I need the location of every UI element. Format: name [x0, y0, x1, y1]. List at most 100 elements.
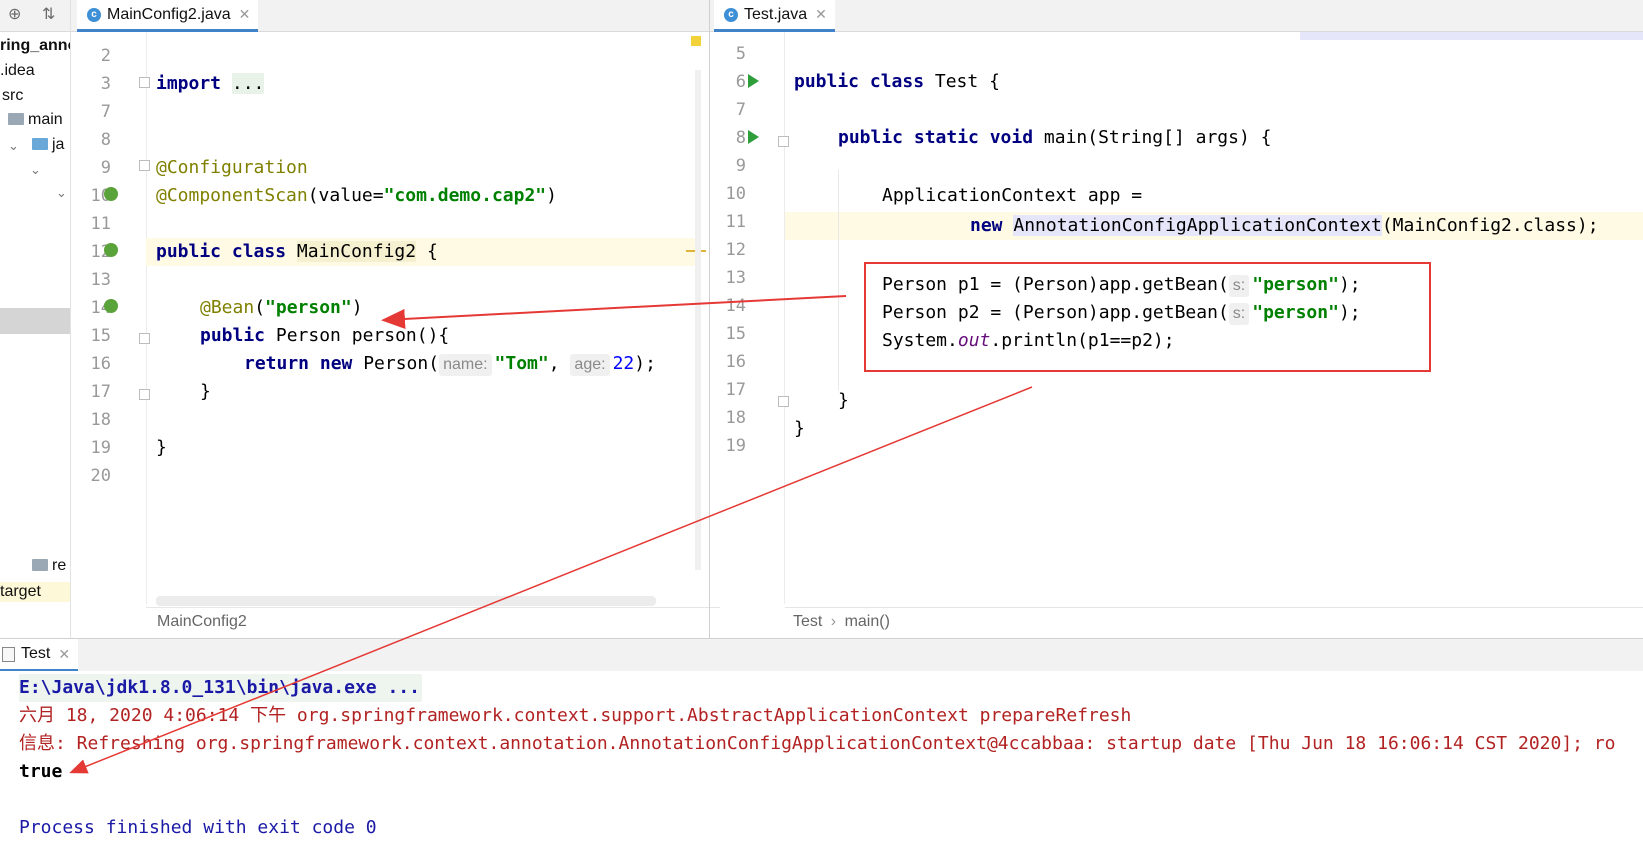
- fold-marker-icon[interactable]: [139, 77, 150, 88]
- import-fold[interactable]: ...: [231, 73, 265, 94]
- code-line-close-method[interactable]: }: [838, 387, 849, 415]
- settings-target-icon[interactable]: ⊕: [8, 6, 21, 24]
- sidebar-item-src[interactable]: src: [2, 86, 23, 106]
- left-horizontal-scrollbar[interactable]: [156, 596, 656, 606]
- code-line-close-class[interactable]: }: [156, 434, 167, 462]
- sidebar-item-label: target: [0, 583, 41, 600]
- class-name: AnnotationConfigApplicationContext: [1013, 215, 1382, 236]
- sidebar-item-idea[interactable]: .idea: [0, 61, 35, 81]
- close-icon[interactable]: ✕: [239, 6, 251, 23]
- tab-test[interactable]: c Test.java ✕: [714, 0, 835, 32]
- code-line-import[interactable]: import ...: [156, 70, 265, 98]
- code-line-componentscan[interactable]: @ComponentScan(value="com.demo.cap2"): [156, 182, 557, 210]
- breadcrumb-item[interactable]: MainConfig2: [157, 613, 247, 630]
- folder-icon: [32, 138, 48, 150]
- keyword: public class: [156, 241, 287, 262]
- code-text: {: [416, 241, 438, 262]
- sidebar-toolbar: ⊕ ⇅: [0, 0, 70, 32]
- fold-marker-icon[interactable]: [778, 136, 789, 147]
- line-number: 19: [725, 436, 746, 456]
- code-text: );: [634, 353, 656, 374]
- sidebar-item-target[interactable]: target: [0, 582, 70, 602]
- fold-marker-icon[interactable]: [139, 333, 150, 344]
- folder-icon: [32, 559, 48, 571]
- fold-marker-icon[interactable]: [139, 160, 150, 171]
- spring-bean-icon[interactable]: [104, 243, 118, 257]
- spring-bean-icon[interactable]: [104, 299, 118, 313]
- left-gutter: 2 3 7 8 9 10 11 12 13 14 15 16 17 18 19 …: [71, 32, 147, 604]
- string-literal: "person": [265, 297, 352, 318]
- run-triangle-icon[interactable]: [748, 130, 759, 144]
- breadcrumb-item[interactable]: Test: [793, 613, 822, 630]
- line-number: 14: [725, 296, 746, 316]
- collapse-icon[interactable]: ⇅: [42, 6, 55, 24]
- line-number: 20: [90, 466, 111, 486]
- code-line-method-sig[interactable]: public Person person(){: [200, 322, 449, 350]
- breadcrumb-separator: ›: [830, 613, 837, 630]
- code-line-app-decl[interactable]: ApplicationContext app =: [882, 182, 1142, 210]
- code-text: Person person(){: [265, 325, 450, 346]
- run-triangle-icon[interactable]: [748, 74, 759, 88]
- sidebar-item-label: re: [52, 557, 67, 574]
- code-line-app-new[interactable]: new AnnotationConfigApplicationContext(M…: [970, 212, 1599, 240]
- spring-bean-icon[interactable]: [104, 187, 118, 201]
- close-icon[interactable]: ✕: [58, 646, 70, 663]
- keyword: new: [970, 215, 1003, 236]
- sidebar-item-main[interactable]: main: [8, 110, 63, 130]
- code-line-class-decl[interactable]: public class Test {: [794, 68, 1000, 96]
- console-output[interactable]: E:\Java\jdk1.8.0_131\bin\java.exe ... 六月…: [0, 671, 1643, 855]
- annotation: @ComponentScan: [156, 185, 308, 206]
- code-line-main-sig[interactable]: public static void main(String[] args) {: [838, 124, 1272, 152]
- line-number: 5: [735, 44, 746, 64]
- selected-row[interactable]: [0, 308, 70, 334]
- code-line-bean[interactable]: @Bean("person"): [200, 294, 363, 322]
- sidebar-item-project[interactable]: ring_anno: [0, 36, 70, 56]
- right-breadcrumb[interactable]: Test › main(): [785, 607, 1643, 638]
- folder-icon: [8, 113, 24, 125]
- code-line-return[interactable]: return new Person(name: "Tom", age: 22);: [244, 350, 656, 378]
- tab-mainconfig2[interactable]: c MainConfig2.java ✕: [77, 0, 259, 32]
- chevron-down-icon[interactable]: ⌄: [56, 186, 67, 200]
- line-number: 10: [725, 184, 746, 204]
- callout-box: [864, 262, 1431, 372]
- highlight-strip: [1300, 32, 1643, 40]
- class-name: MainConfig2: [296, 241, 417, 262]
- fold-marker-icon[interactable]: [139, 389, 150, 400]
- line-number: 2: [100, 46, 111, 66]
- left-breadcrumb[interactable]: MainConfig2: [146, 607, 720, 638]
- line-number: 18: [725, 408, 746, 428]
- chevron-down-icon[interactable]: ⌄: [30, 163, 41, 177]
- sidebar-item-java[interactable]: ja: [32, 135, 64, 155]
- line-number: 17: [90, 382, 111, 402]
- code-line-class-decl[interactable]: public class MainConfig2 {: [156, 238, 438, 266]
- line-number: 3: [100, 74, 111, 94]
- breadcrumb-item[interactable]: main(): [845, 613, 890, 630]
- console-line-finished: Process finished with exit code 0: [19, 817, 377, 838]
- console-tabbar: Test ✕: [0, 638, 1643, 672]
- tab-label: Test: [21, 645, 51, 662]
- param-hint: name:: [439, 354, 492, 376]
- line-number: 12: [725, 240, 746, 260]
- keyword: import: [156, 73, 222, 94]
- code-line-close-method[interactable]: }: [200, 378, 211, 406]
- sidebar-item-resources[interactable]: re: [32, 556, 66, 576]
- left-vertical-scrollbar[interactable]: [695, 70, 701, 570]
- number-literal: 22: [612, 353, 635, 374]
- project-sidebar: ⊕ ⇅ ring_anno .idea src main ⌄ ja ⌄ ⌄ re…: [0, 0, 71, 638]
- code-line-close-class[interactable]: }: [794, 415, 805, 443]
- left-editor-tabbar: c MainConfig2.java ✕: [71, 0, 709, 32]
- fold-marker-icon[interactable]: [778, 396, 789, 407]
- warning-marker[interactable]: [691, 36, 701, 46]
- line-number: 9: [100, 158, 111, 178]
- code-text: ): [351, 297, 363, 318]
- line-number: 11: [725, 212, 746, 232]
- line-number: 15: [90, 326, 111, 346]
- close-icon[interactable]: ✕: [815, 6, 827, 23]
- code-line-configuration[interactable]: @Configuration: [156, 154, 308, 182]
- keyword: return new: [244, 353, 353, 374]
- code-text: ,: [548, 353, 560, 374]
- line-number: 13: [90, 270, 111, 290]
- class-c-icon: c: [87, 7, 101, 22]
- chevron-down-icon[interactable]: ⌄: [8, 139, 19, 153]
- tab-run-test[interactable]: Test ✕: [0, 639, 79, 671]
